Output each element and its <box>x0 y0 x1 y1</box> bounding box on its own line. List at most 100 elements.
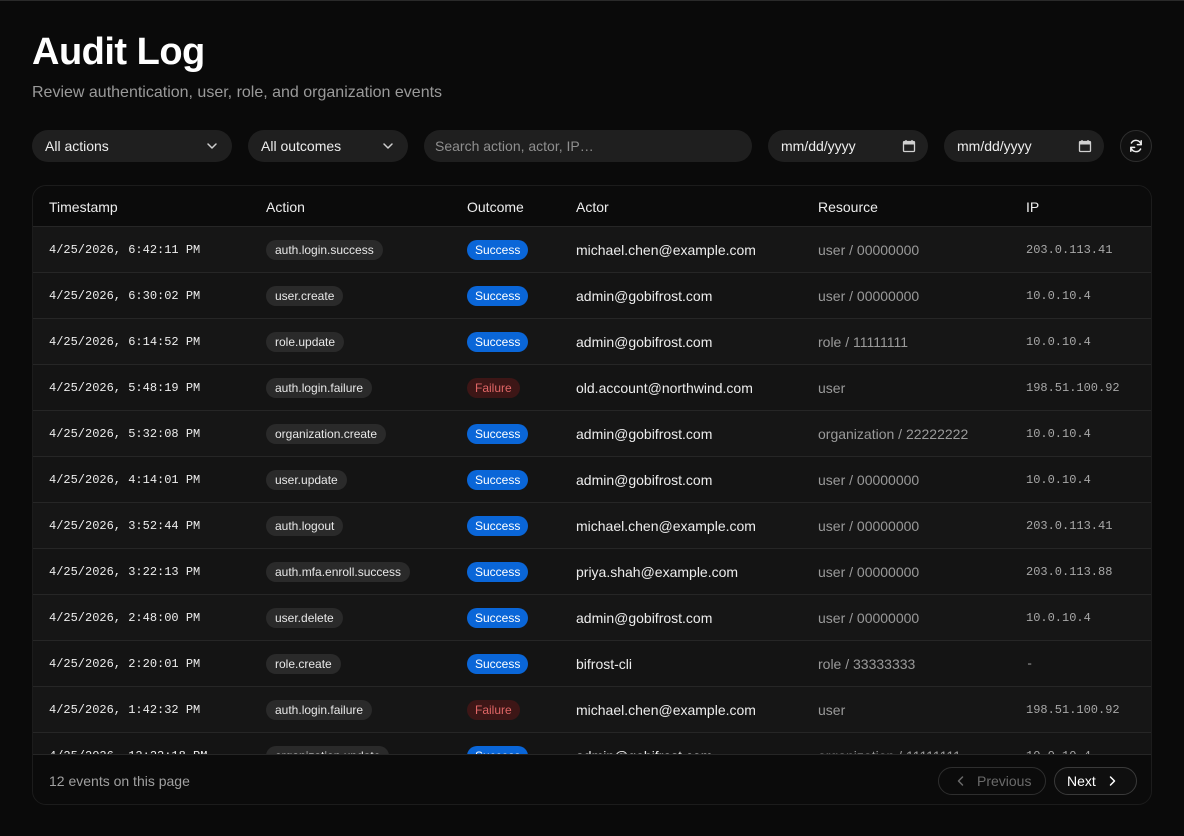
refresh-icon <box>1130 139 1142 153</box>
resource-cell: user / 00000000 <box>818 457 919 502</box>
timestamp: 4/25/2026, 5:48:19 PM <box>49 380 201 395</box>
date-from-field[interactable]: mm/dd/yyyy <box>768 130 928 162</box>
ip-address: 10.0.10.4 <box>1026 288 1091 303</box>
calendar-icon[interactable] <box>902 139 916 153</box>
table-row[interactable]: 4/25/2026, 5:32:08 PM organization.create… <box>33 411 1151 457</box>
date-to-value: mm/dd/yyyy <box>957 138 1032 154</box>
actor: admin@gobifrost.com <box>576 287 713 304</box>
outcome-filter-select[interactable]: All outcomes <box>248 130 408 162</box>
table-row[interactable]: 4/25/2026, 3:52:44 PM auth.logout Success m… <box>33 503 1151 549</box>
resource-cell: user / 00000000 <box>818 503 919 548</box>
timestamp-cell: 4/25/2026, 2:48:00 PM <box>49 595 200 640</box>
resource: user <box>818 379 846 396</box>
actor: admin@gobifrost.com <box>576 333 713 350</box>
ip-cell: 10.0.10.4 <box>1026 595 1091 640</box>
ip-cell: 203.0.113.41 <box>1026 503 1112 548</box>
timestamp: 4/25/2026, 2:20:01 PM <box>49 656 201 671</box>
action-chip: user.update <box>266 469 347 490</box>
timestamp-cell: 4/25/2026, 12:22:18 PM <box>49 733 207 755</box>
search-placeholder: Search action, actor, IP… <box>435 138 594 154</box>
timestamp-cell: 4/25/2026, 5:48:19 PM <box>49 365 200 410</box>
resource-cell: organization / 11111111 <box>818 733 961 755</box>
table-row[interactable]: 4/25/2026, 1:42:32 PM auth.login.failure F… <box>33 687 1151 733</box>
status-badge: Success <box>467 515 529 536</box>
actor-cell: admin@gobifrost.com <box>576 595 712 640</box>
ip-address: 203.0.113.41 <box>1026 518 1113 533</box>
ip-cell: 198.51.100.92 <box>1026 365 1120 410</box>
resource-cell: user / 00000000 <box>818 549 919 594</box>
action-chip: user.create <box>266 285 344 306</box>
actor-cell: old.account@northwind.com <box>576 365 753 410</box>
next-page-button[interactable]: Next <box>1054 767 1137 795</box>
action-cell: user.delete <box>266 595 343 640</box>
timestamp-cell: 4/25/2026, 4:14:01 PM <box>49 457 200 502</box>
timestamp: 4/25/2026, 1:42:32 PM <box>49 702 201 717</box>
timestamp-cell: 4/25/2026, 3:22:13 PM <box>49 549 200 594</box>
status-badge: Failure <box>467 377 520 398</box>
date-to-field[interactable]: mm/dd/yyyy <box>944 130 1104 162</box>
resource: role / 33333333 <box>818 655 916 672</box>
action-chip: auth.login.failure <box>266 377 373 398</box>
ip-cell: 10.0.10.4 <box>1026 733 1091 755</box>
ip-address: 203.0.113.41 <box>1026 242 1113 257</box>
outcome-cell: Success <box>467 733 529 754</box>
outcome-filter-value: All outcomes <box>261 138 342 154</box>
actor: priya.shah@example.com <box>576 563 739 580</box>
timestamp: 4/25/2026, 6:30:02 PM <box>49 288 201 303</box>
outcome-cell: Success <box>467 503 529 548</box>
audit-table-card: Timestamp Action Outcome Actor Resource … <box>32 185 1152 805</box>
ip-cell: 203.0.113.88 <box>1026 549 1112 594</box>
outcome-cell: Success <box>467 227 529 272</box>
timestamp: 4/25/2026, 5:32:08 PM <box>49 426 201 441</box>
column-header-resource: Resource <box>818 199 878 215</box>
table-row[interactable]: 4/25/2026, 5:48:19 PM auth.login.failure F… <box>33 365 1151 411</box>
table-row[interactable]: 4/25/2026, 6:42:11 PM auth.login.success S… <box>33 227 1151 273</box>
action-cell: auth.mfa.enroll.success <box>266 549 411 594</box>
ip-address: 198.51.100.92 <box>1026 380 1120 395</box>
ip-address: 203.0.113.88 <box>1026 564 1113 579</box>
filter-toolbar: All actions All outcomes Search action, … <box>32 130 1152 162</box>
audit-log-page: Audit Log Review authentication, user, r… <box>0 0 1184 836</box>
ip-address: 10.0.10.4 <box>1026 610 1091 625</box>
action-chip: role.update <box>266 331 345 352</box>
outcome-cell: Success <box>467 549 529 594</box>
table-row[interactable]: 4/25/2026, 6:30:02 PM user.create Success a… <box>33 273 1151 319</box>
actor: admin@gobifrost.com <box>576 609 713 626</box>
chevron-down-icon <box>383 143 393 149</box>
status-badge: Success <box>467 745 529 754</box>
table-row[interactable]: 4/25/2026, 3:22:13 PM auth.mfa.enroll.suc… <box>33 549 1151 595</box>
ip-address: 198.51.100.92 <box>1026 702 1120 717</box>
table-row[interactable]: 4/25/2026, 4:14:01 PM user.update Success a… <box>33 457 1151 503</box>
previous-page-button[interactable]: Previous <box>938 767 1046 795</box>
resource: user / 00000000 <box>818 241 920 258</box>
status-badge: Success <box>467 239 529 260</box>
resource-cell: user <box>818 687 845 732</box>
action-cell: organization.create <box>266 411 387 456</box>
ip-cell: 10.0.10.4 <box>1026 411 1091 456</box>
action-chip: organization.update <box>266 745 390 754</box>
ip-cell: 10.0.10.4 <box>1026 319 1091 364</box>
table-row[interactable]: 4/25/2026, 6:14:52 PM role.update Success a… <box>33 319 1151 365</box>
action-filter-select[interactable]: All actions <box>32 130 232 162</box>
outcome-cell: Failure <box>467 687 520 732</box>
ip-cell: 10.0.10.4 <box>1026 457 1091 502</box>
table-row[interactable]: 4/25/2026, 2:20:01 PM role.create Success b… <box>33 641 1151 687</box>
status-badge: Success <box>467 561 529 582</box>
table-row[interactable]: 4/25/2026, 2:48:00 PM user.delete Success a… <box>33 595 1151 641</box>
date-from-value: mm/dd/yyyy <box>781 138 856 154</box>
timestamp: 4/25/2026, 2:48:00 PM <box>49 610 201 625</box>
chevron-down-icon <box>207 143 217 149</box>
action-cell: auth.login.failure <box>266 365 373 410</box>
status-badge: Success <box>467 653 529 674</box>
resource: user <box>818 701 846 718</box>
timestamp-cell: 4/25/2026, 5:32:08 PM <box>49 411 200 456</box>
action-cell: auth.logout <box>266 503 344 548</box>
resource: user / 00000000 <box>818 517 920 534</box>
resource-cell: role / 11111111 <box>818 319 908 364</box>
search-input[interactable]: Search action, actor, IP… <box>424 130 752 162</box>
page-subtitle: Review authentication, user, role, and o… <box>32 84 443 101</box>
refresh-button[interactable] <box>1120 130 1152 162</box>
calendar-icon[interactable] <box>1078 139 1092 153</box>
actor-cell: admin@gobifrost.com <box>576 457 712 502</box>
table-row[interactable]: 4/25/2026, 12:22:18 PM organization.updat… <box>33 733 1151 755</box>
